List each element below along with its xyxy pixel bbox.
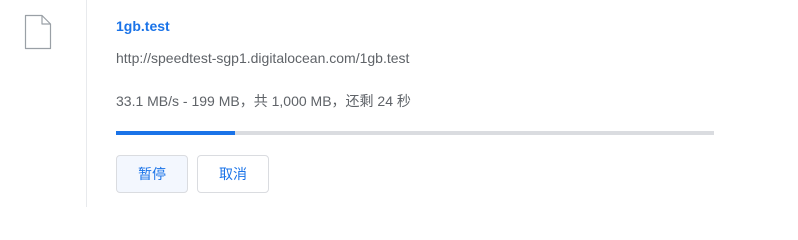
pause-button[interactable]: 暂停 [116, 155, 188, 193]
progress-fill [116, 131, 235, 135]
download-item: 1gb.test http://speedtest-sgp1.digitaloc… [0, 0, 798, 207]
download-status: 33.1 MB/s - 199 MB，共 1,000 MB，还剩 24 秒 [116, 93, 411, 109]
file-name-link[interactable]: 1gb.test [116, 17, 170, 35]
progress-bar [116, 131, 714, 135]
source-url: http://speedtest-sgp1.digitalocean.com/1… [116, 50, 410, 66]
file-icon [24, 14, 52, 50]
divider [86, 0, 87, 207]
cancel-button[interactable]: 取消 [197, 155, 269, 193]
